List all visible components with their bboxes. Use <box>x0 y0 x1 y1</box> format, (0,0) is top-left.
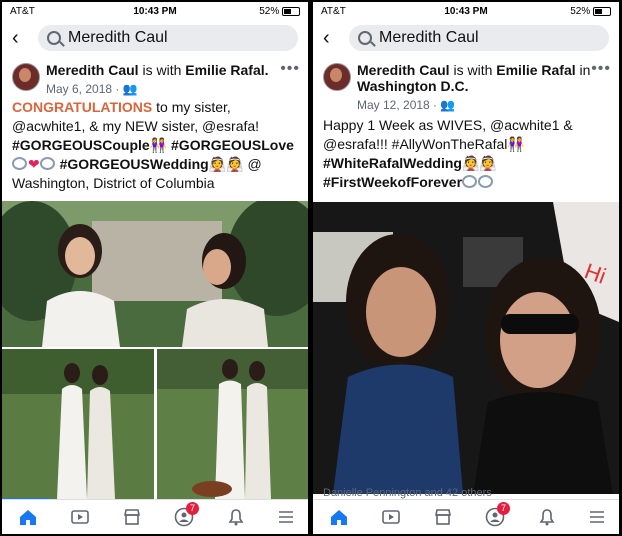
hashtag-wedding[interactable]: #GORGEOUSWedding <box>56 156 209 172</box>
hashtag-forever[interactable]: #FirstWeekofForever <box>323 174 462 190</box>
post-header: Meredith Caul is with Emilie Rafal in Wa… <box>313 60 619 112</box>
home-icon[interactable] <box>18 507 38 527</box>
menu-icon[interactable] <box>587 507 607 527</box>
post-header: Meredith Caul is with Emilie Rafal. May … <box>2 60 308 100</box>
hashtag-love[interactable]: #GORGEOUSLove <box>167 137 294 153</box>
battery-percent: 52% <box>259 6 280 17</box>
groups-badge: 7 <box>497 502 510 515</box>
post-line-1: Happy 1 Week as WIVES, @acwhite1 & <box>323 117 573 133</box>
avatar[interactable] <box>12 63 40 91</box>
photo-1-graphic <box>2 201 308 347</box>
heart-emoji: ❤ <box>28 156 40 172</box>
at-text: @ <box>243 156 262 172</box>
marketplace-icon[interactable] <box>433 507 453 527</box>
post-text: Happy 1 Week as WIVES, @acwhite1 & @esra… <box>323 116 613 192</box>
search-icon <box>358 31 372 45</box>
photo-3-graphic <box>157 349 308 499</box>
tab-bar: 7 <box>2 499 308 534</box>
marketplace-icon[interactable] <box>122 507 142 527</box>
place-name[interactable]: Washington D.C. <box>357 78 468 94</box>
more-icon[interactable]: ••• <box>591 60 611 78</box>
battery: 52% <box>259 6 300 17</box>
brides-emoji: 👰👰 <box>208 156 244 172</box>
groups-icon[interactable]: 7 <box>174 502 199 527</box>
left-screen: AT&T 10:43 PM 52% ‹ Meredith Caul Meredi… <box>2 2 308 534</box>
reactions-summary[interactable]: Danielle Pennington and 42 others <box>323 487 492 499</box>
search-bar: ‹ Meredith Caul <box>2 24 308 54</box>
battery: 52% <box>570 6 611 17</box>
author-name[interactable]: Meredith Caul <box>46 62 139 78</box>
in-text: in <box>575 62 591 78</box>
search-query: Meredith Caul <box>379 29 479 46</box>
with-text: is with <box>449 62 497 78</box>
back-arrow-icon[interactable]: ‹ <box>323 27 330 50</box>
notifications-bell-icon[interactable] <box>226 507 246 527</box>
home-icon[interactable] <box>329 507 349 527</box>
post-author-line: Meredith Caul is with Emilie Rafal. <box>46 62 282 78</box>
status-bar: AT&T 10:43 PM 52% <box>313 2 619 24</box>
battery-percent: 52% <box>570 6 591 17</box>
post-date: May 6, 2018 · 👥 <box>46 82 138 96</box>
photo-graphic: Hi <box>313 202 619 494</box>
post-photo[interactable]: Hi <box>313 202 619 494</box>
post-text: CONGRATULATIONS to my sister, @acwhite1,… <box>12 98 302 193</box>
ring-emoji <box>39 157 55 170</box>
globe-audience-icon: 👥 <box>122 82 138 96</box>
ring-emoji <box>462 175 478 188</box>
search-query: Meredith Caul <box>68 29 168 46</box>
battery-icon <box>282 6 300 16</box>
post-line-2: @esrafa!!! #AllyWonTheRafal <box>323 136 508 152</box>
photo-2-graphic <box>2 349 154 499</box>
back-arrow-icon[interactable]: ‹ <box>12 27 19 50</box>
tab-bar: 7 <box>313 499 619 534</box>
groups-badge: 7 <box>186 502 199 515</box>
notifications-bell-icon[interactable] <box>537 507 557 527</box>
search-bar: ‹ Meredith Caul <box>313 24 619 54</box>
post-date: May 12, 2018 · 👥 <box>357 98 455 112</box>
date-text: May 6, 2018 · <box>46 82 123 96</box>
battery-icon <box>593 6 611 16</box>
post-photo-1[interactable] <box>2 201 308 347</box>
globe-audience-icon: 👥 <box>440 98 456 112</box>
ring-emoji <box>478 175 494 188</box>
watch-icon[interactable] <box>381 507 401 527</box>
search-icon <box>47 31 61 45</box>
congrats-text: CONGRATULATIONS <box>12 99 153 115</box>
tagged-name[interactable]: Emilie Rafal. <box>185 62 268 78</box>
status-bar: AT&T 10:43 PM 52% <box>2 2 308 24</box>
location-link[interactable]: Washington, District of Columbia <box>12 175 215 191</box>
author-name[interactable]: Meredith Caul <box>357 62 450 78</box>
menu-icon[interactable] <box>276 507 296 527</box>
search-input[interactable]: Meredith Caul <box>349 25 609 51</box>
tagged-name[interactable]: Emilie Rafal <box>496 62 575 78</box>
with-text: is with <box>138 62 186 78</box>
couple-emoji: 👭 <box>507 136 525 152</box>
post-photo-2[interactable] <box>2 349 154 499</box>
search-input[interactable]: Meredith Caul <box>38 25 298 51</box>
hashtag-wedding[interactable]: #WhiteRafalWedding <box>323 155 462 171</box>
brides-emoji: 👰👰 <box>461 155 497 171</box>
couple-emoji: 👭 <box>149 137 168 153</box>
post-author-line: Meredith Caul is with Emilie Rafal in Wa… <box>357 62 593 94</box>
avatar[interactable] <box>323 63 351 91</box>
right-screen: AT&T 10:43 PM 52% ‹ Meredith Caul Meredi… <box>313 2 619 534</box>
post-photo-3[interactable] <box>157 349 308 499</box>
more-icon[interactable]: ••• <box>280 60 300 78</box>
watch-icon[interactable] <box>70 507 90 527</box>
ring-emoji <box>12 157 27 170</box>
date-text: May 12, 2018 · <box>357 98 441 112</box>
groups-icon[interactable]: 7 <box>485 502 510 527</box>
hashtag-couple[interactable]: #GORGEOUSCouple <box>12 137 150 153</box>
